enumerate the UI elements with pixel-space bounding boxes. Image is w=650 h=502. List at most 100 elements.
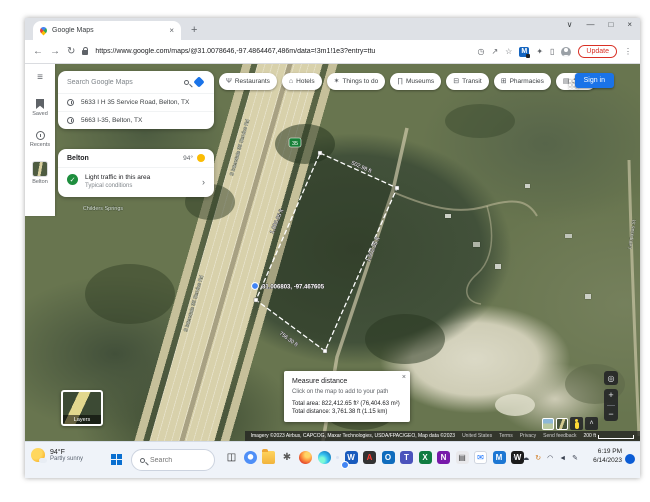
start-button[interactable] — [111, 454, 122, 465]
browser-window: Google Maps × + ∨ — □ × ← → ↻ https://ww… — [25, 18, 640, 478]
recents-label[interactable]: Recents — [30, 142, 50, 148]
browser-menu-icon[interactable]: ⋮ — [624, 48, 632, 56]
tab-google-maps[interactable]: Google Maps × — [33, 21, 181, 40]
polygon-vertex-handle[interactable] — [318, 151, 322, 155]
sign-in-button[interactable]: Sign in — [575, 73, 614, 88]
chip-transit[interactable]: ⊟Transit — [446, 73, 489, 90]
chip-pharmacies[interactable]: ⊞Pharmacies — [494, 73, 551, 90]
window-menu-icon[interactable]: ∨ — [567, 20, 573, 29]
windows-taskbar: 94°F Partly sunny ◫ ✱ W A O T — [25, 441, 640, 478]
url-bar[interactable]: https://www.google.com/maps/@31.0078646,… — [95, 48, 375, 55]
window-minimize-icon[interactable]: — — [586, 20, 594, 29]
excel-icon[interactable]: X — [419, 451, 432, 464]
search-suggestion[interactable]: 5663 I-35, Belton, TX — [58, 111, 214, 129]
imagery-thumbnail[interactable] — [542, 418, 554, 430]
taskbar-weather-widget[interactable]: 94°F Partly sunny — [31, 448, 83, 462]
back-icon[interactable]: ← — [33, 47, 43, 57]
tab-close-icon[interactable]: × — [169, 26, 174, 35]
privacy-link[interactable]: Privacy — [520, 433, 536, 439]
taskbar-clock[interactable]: 6:19 PM 6/14/2023 — [593, 447, 622, 465]
directions-icon[interactable] — [193, 76, 204, 87]
sync-icon[interactable]: ↻ — [535, 454, 541, 462]
onenote-icon[interactable]: N — [437, 451, 450, 464]
task-view-icon[interactable]: ◫ — [225, 451, 238, 464]
layers-button[interactable]: Layers — [61, 390, 103, 426]
teams-chat-icon[interactable] — [244, 451, 257, 464]
search-suggestion[interactable]: 5633 I H 35 Service Road, Belton, TX — [58, 93, 214, 111]
chip-things-to-do[interactable]: ✶Things to do — [327, 73, 386, 90]
window-maximize-icon[interactable]: □ — [608, 20, 613, 29]
menu-hamburger-icon[interactable]: ≡ — [37, 73, 43, 83]
scale-bar: 200 ft — [583, 433, 634, 439]
share-icon[interactable]: ↗ — [491, 48, 498, 56]
outlook-icon[interactable]: O — [382, 451, 395, 464]
chip-museums[interactable]: ∏Museums — [390, 73, 441, 90]
zoom-out-button[interactable]: − — [608, 410, 613, 419]
feedback-link[interactable]: Send feedback — [543, 433, 576, 439]
wifi-icon[interactable]: ◠ — [547, 454, 553, 462]
notification-badge[interactable] — [625, 454, 635, 464]
chevron-right-icon[interactable]: › — [202, 177, 205, 187]
pen-icon[interactable]: ✎ — [572, 454, 578, 462]
imagery-thumbnail[interactable] — [556, 418, 568, 430]
chip-hotels[interactable]: ⌂Hotels — [282, 73, 322, 90]
restaurants-icon: Ψ — [226, 78, 232, 85]
volume-icon[interactable]: ◄ — [559, 455, 566, 462]
polygon-vertex-handle[interactable] — [395, 186, 399, 190]
collapse-control-icon[interactable]: ˄ — [585, 417, 598, 430]
malwarebytes-extension-icon[interactable]: M — [519, 47, 529, 57]
taskbar-search-input[interactable] — [150, 457, 206, 464]
measured-parcel-polygon[interactable] — [256, 153, 397, 351]
my-location-button[interactable]: ◎ — [604, 371, 618, 385]
update-button[interactable]: Update — [578, 45, 617, 58]
search-icon[interactable] — [184, 80, 189, 85]
transit-icon: ⊟ — [453, 78, 459, 85]
polygon-vertex-handle[interactable] — [323, 349, 327, 353]
saved-label[interactable]: Saved — [32, 111, 48, 117]
calculator-icon[interactable]: ▤ — [456, 451, 469, 464]
onedrive-cloud-icon[interactable]: ☁ — [522, 454, 529, 462]
new-tab-button[interactable]: + — [191, 24, 197, 40]
popup-close-icon[interactable]: × — [402, 374, 406, 381]
traffic-title: Light traffic in this area — [85, 174, 150, 181]
belton-map-thumbnail[interactable] — [32, 161, 48, 177]
bookmark-star-icon[interactable]: ☆ — [505, 48, 512, 56]
recents-clock-icon[interactable] — [36, 131, 45, 140]
taskbar-search-box[interactable] — [131, 449, 215, 471]
file-explorer-icon[interactable] — [262, 451, 275, 464]
zoom-in-button[interactable]: + — [608, 391, 613, 400]
belton-label[interactable]: Belton — [32, 179, 48, 185]
terms-link[interactable]: Terms — [499, 433, 513, 439]
map-canvas[interactable]: 502.98 ft 1,502.05 ft 756.30 ft 1,000.05… — [25, 64, 640, 441]
side-panel-icon[interactable]: ▯ — [550, 48, 554, 56]
region-link[interactable]: United States — [462, 433, 492, 439]
window-close-icon[interactable]: × — [627, 20, 632, 29]
malwarebytes-icon[interactable]: M — [493, 451, 506, 464]
teams-icon[interactable]: T — [400, 451, 413, 464]
maps-pin-favicon-icon — [39, 26, 49, 36]
firefox-icon[interactable] — [299, 451, 312, 464]
mail-icon[interactable]: ✉ — [474, 451, 487, 464]
dropped-pin-marker[interactable] — [252, 283, 259, 290]
forward-icon[interactable]: → — [50, 47, 60, 57]
traffic-check-icon: ✓ — [67, 174, 78, 185]
place-label: Childers Springs — [83, 206, 124, 212]
edge-icon[interactable] — [318, 451, 331, 464]
hidden-icons-chevron[interactable]: ∧ — [511, 454, 516, 462]
chrome-icon-active[interactable] — [336, 456, 339, 459]
polygon-vertex-handle[interactable] — [254, 298, 258, 302]
history-icon[interactable]: ◷ — [477, 48, 484, 56]
extensions-puzzle-icon[interactable]: ✦ — [536, 48, 543, 56]
traffic-status-row[interactable]: ✓ Light traffic in this area Typical con… — [58, 167, 214, 197]
chip-restaurants[interactable]: ΨRestaurants — [219, 73, 277, 90]
profile-avatar[interactable] — [561, 47, 571, 57]
settings-icon[interactable]: ✱ — [281, 451, 294, 464]
acrobat-icon[interactable]: A — [363, 451, 376, 464]
reload-icon[interactable]: ↻ — [67, 47, 75, 57]
svg-text:35: 35 — [292, 141, 298, 147]
saved-bookmark-icon[interactable] — [36, 99, 44, 109]
imagery-credit: Imagery ©2023 Airbus, CAPCOG, Maxar Tech… — [251, 433, 456, 439]
pegman-streetview-button[interactable] — [570, 417, 583, 430]
search-input[interactable] — [67, 79, 178, 86]
lock-icon[interactable] — [82, 50, 88, 55]
